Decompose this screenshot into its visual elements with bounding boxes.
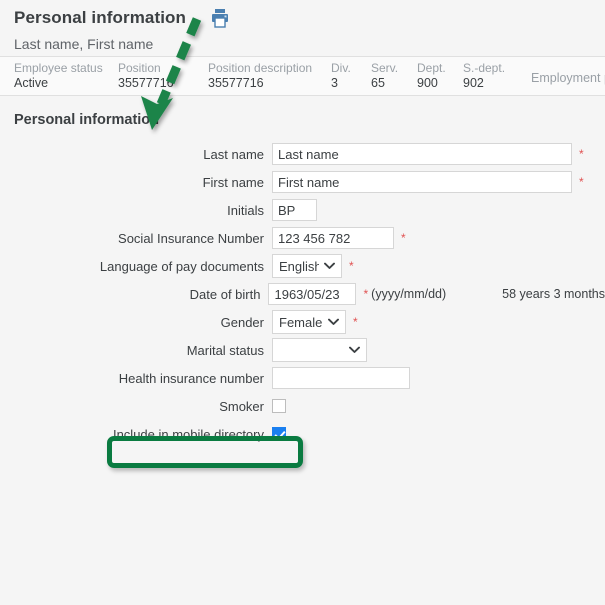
status-cell-dept: Dept. 900	[417, 61, 445, 91]
status-cell-label: Position	[118, 61, 190, 76]
status-cell-position-description: Position description 35577716	[208, 61, 313, 91]
status-cell-value: 65	[371, 76, 399, 91]
employment-profile-label: Employment profile :	[531, 71, 605, 85]
computed-age-text: 58 years 3 months	[502, 287, 605, 301]
section-title-personal-information: Personal information	[0, 96, 605, 136]
form-row-social-insurance-number: Social Insurance Number *	[0, 224, 605, 252]
status-cell-div: Div. 3	[331, 61, 353, 91]
form-row-last-name: Last name *	[0, 140, 605, 168]
required-asterisk: *	[579, 176, 584, 188]
required-asterisk: *	[353, 316, 358, 328]
label-marital-status: Marital status	[0, 343, 272, 358]
marital-status-select[interactable]	[272, 338, 367, 362]
printer-icon[interactable]	[208, 6, 232, 30]
health-insurance-number-input[interactable]	[272, 367, 410, 389]
initials-input[interactable]	[272, 199, 317, 221]
status-cell-value: 3	[331, 76, 353, 91]
page-title: Personal information	[14, 6, 186, 30]
social-insurance-number-input[interactable]	[272, 227, 394, 249]
label-initials: Initials	[0, 203, 272, 218]
status-cell-value: Active	[14, 76, 100, 91]
required-asterisk: *	[349, 260, 354, 272]
date-of-birth-input[interactable]	[268, 283, 356, 305]
status-cell-sub-dept: S.-dept. 902	[463, 61, 497, 91]
status-cell-position: Position 35577716	[118, 61, 190, 91]
label-last-name: Last name	[0, 147, 272, 162]
date-format-hint: (yyyy/mm/dd)	[371, 287, 446, 301]
status-cell-value: 900	[417, 76, 445, 91]
status-cell-label: Serv.	[371, 61, 399, 76]
smoker-checkbox[interactable]	[272, 399, 286, 413]
form-row-date-of-birth: Date of birth * (yyyy/mm/dd) 58 years 3 …	[0, 280, 605, 308]
status-cell-value: 35577716	[118, 76, 190, 91]
status-cell-label: Dept.	[417, 61, 445, 76]
label-social-insurance-number: Social Insurance Number	[0, 231, 272, 246]
gender-select[interactable]: Female	[272, 310, 346, 334]
form-row-gender: Gender Female *	[0, 308, 605, 336]
status-cell-value: 35577716	[208, 76, 313, 91]
form-row-initials: Initials	[0, 196, 605, 224]
label-first-name: First name	[0, 175, 272, 190]
employment-profile-block: Employment profile : Empl. pr	[531, 61, 605, 95]
status-cell-label: Employee status	[14, 61, 100, 76]
status-cell-label: S.-dept.	[463, 61, 497, 76]
form-row-smoker: Smoker	[0, 392, 605, 420]
first-name-input[interactable]	[272, 171, 572, 193]
status-cell-label: Div.	[331, 61, 353, 76]
label-include-in-mobile-directory: Include in mobile directory	[0, 427, 272, 442]
employee-status-bar: Employee status Active Position 35577716…	[0, 56, 605, 96]
personal-information-form: Last name * First name * Initials Social…	[0, 136, 605, 448]
language-of-pay-documents-select[interactable]: English	[272, 254, 342, 278]
include-in-mobile-directory-checkbox[interactable]	[272, 427, 286, 441]
form-row-first-name: First name *	[0, 168, 605, 196]
employee-name-subtitle: Last name, First name	[14, 35, 605, 53]
status-cell-value: 902	[463, 76, 497, 91]
form-row-marital-status: Marital status	[0, 336, 605, 364]
status-cell-employee-status: Employee status Active	[14, 61, 100, 91]
form-row-language-of-pay-documents: Language of pay documents English *	[0, 252, 605, 280]
label-health-insurance-number: Health insurance number	[0, 371, 272, 386]
status-cell-serv: Serv. 65	[371, 61, 399, 91]
required-asterisk: *	[363, 288, 368, 300]
form-row-health-insurance-number: Health insurance number	[0, 364, 605, 392]
form-row-include-in-mobile-directory: Include in mobile directory	[0, 420, 605, 448]
required-asterisk: *	[579, 148, 584, 160]
label-gender: Gender	[0, 315, 272, 330]
label-language-of-pay-documents: Language of pay documents	[0, 259, 272, 274]
page-header: Personal information Last name, First na…	[0, 0, 605, 56]
label-date-of-birth: Date of birth	[0, 287, 268, 302]
last-name-input[interactable]	[272, 143, 572, 165]
label-smoker: Smoker	[0, 399, 272, 414]
required-asterisk: *	[401, 232, 406, 244]
status-cell-label: Position description	[208, 61, 313, 76]
